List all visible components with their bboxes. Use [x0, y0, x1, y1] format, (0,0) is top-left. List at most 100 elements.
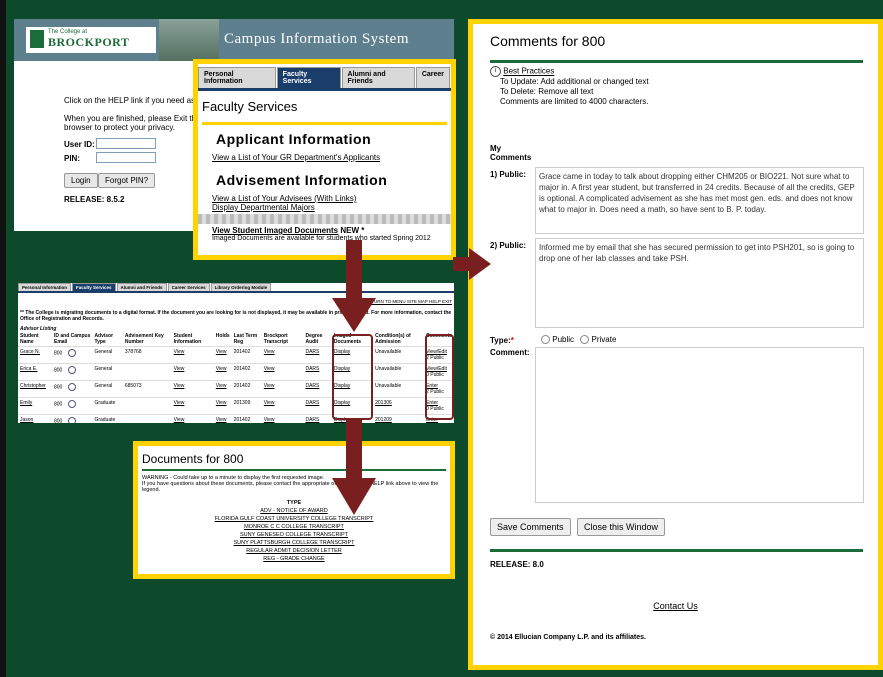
adv-tab-library[interactable]: Library Ordering Module	[210, 283, 272, 291]
documents-list: TYPE ADV - NOTICE OF AWARD FLORIDA GULF …	[138, 499, 450, 563]
student-info-link[interactable]: View	[171, 346, 214, 364]
degree-audit-link[interactable]: DARS	[303, 414, 332, 423]
private-option-label: Private	[591, 335, 617, 344]
holds-link[interactable]: View	[213, 346, 232, 364]
student-info-link[interactable]: View	[171, 363, 214, 381]
close-window-button[interactable]: Close this Window	[576, 518, 666, 536]
holds-link[interactable]: View	[213, 397, 232, 415]
last-term: 201402	[231, 414, 262, 423]
advisee-table: Student Name ID and Campus Email Advisor…	[18, 332, 454, 423]
email-icon[interactable]	[68, 417, 77, 423]
last-term: 201402	[231, 363, 262, 381]
transcript-link[interactable]: View	[261, 414, 304, 423]
forgot-pin-button[interactable]: Forgot PIN?	[98, 173, 156, 188]
student-name[interactable]: Erica E.	[18, 363, 52, 381]
best-practices-link[interactable]: Best Practices	[503, 67, 554, 76]
degree-audit-link[interactable]: DARS	[303, 346, 332, 364]
login-release: RELEASE: 8.5.2	[64, 195, 125, 204]
system-name: Campus Information System	[224, 31, 409, 47]
arrow-down-to-documents-icon	[332, 420, 376, 515]
document-item[interactable]: REG - GRADE CHANGE	[138, 555, 450, 563]
student-name[interactable]: Christopher	[18, 380, 52, 398]
faculty-rule	[202, 122, 447, 125]
arrow-right-to-comments-icon	[453, 248, 491, 280]
degree-audit-link[interactable]: DARS	[303, 363, 332, 381]
document-item[interactable]: REGULAR ADMIT DECISION LETTER	[138, 547, 450, 555]
conditions: Unavailable	[373, 346, 425, 364]
document-item[interactable]: FLORIDA GULF COAST UNIVERSITY COLLEGE TR…	[138, 515, 450, 523]
best-practices-icon: i	[490, 66, 501, 77]
userid-input[interactable]	[96, 138, 156, 149]
pin-input[interactable]	[96, 152, 156, 163]
advisement-key	[122, 397, 172, 415]
document-item[interactable]: SUNY PLATTSBURGH COLLEGE TRANSCRIPT	[138, 539, 450, 547]
email-icon[interactable]	[68, 366, 77, 374]
col-id: ID and Campus Email	[53, 333, 91, 345]
col-transcript: Brockport Transcript	[263, 333, 288, 345]
advisees-link[interactable]: View a List of Your Advisees (With Links…	[212, 194, 451, 203]
advisement-key	[122, 414, 172, 423]
tab-alumni-and-friends[interactable]: Alumni and Friends	[341, 67, 415, 88]
applicants-link[interactable]: View a List of Your GR Department's Appl…	[212, 153, 451, 162]
userid-label: User ID:	[64, 140, 95, 149]
conditions: Unavailable	[373, 363, 425, 381]
adv-tab-personal[interactable]: Personal Information	[18, 283, 72, 291]
tab-personal-information[interactable]: Personal Information	[198, 67, 276, 88]
transcript-link[interactable]: View	[261, 363, 304, 381]
student-id: 800	[51, 414, 93, 423]
left-edge	[0, 0, 6, 677]
comments-panel: Comments for 800 i Best Practices To Upd…	[473, 24, 878, 665]
faculty-services-frame: Personal Information Faculty Services Al…	[193, 59, 456, 260]
document-item[interactable]: ADV - NOTICE OF AWARD	[138, 507, 450, 515]
comment-2-textarea[interactable]: Informed me by email that she has secure…	[535, 238, 864, 328]
email-icon[interactable]	[68, 383, 77, 391]
tab-faculty-services[interactable]: Faculty Services	[276, 67, 341, 88]
login-header: The College at BROCKPORT Campus Informat…	[14, 19, 454, 61]
login-button[interactable]: Login	[64, 173, 98, 188]
email-icon[interactable]	[68, 400, 77, 408]
faculty-title: Faculty Services	[202, 99, 298, 114]
transcript-link[interactable]: View	[261, 380, 304, 398]
student-name[interactable]: Emily	[18, 397, 52, 415]
contact-us-link[interactable]: Contact Us	[473, 601, 878, 611]
private-radio[interactable]	[580, 335, 590, 345]
holds-link[interactable]: View	[213, 414, 232, 423]
student-info-link[interactable]: View	[171, 380, 214, 398]
student-info-link[interactable]: View	[171, 397, 214, 415]
advisee-listing-panel: Personal Information Faculty Services Al…	[18, 283, 454, 423]
student-info-link[interactable]: View	[171, 414, 214, 423]
conditions: Unavailable	[373, 380, 425, 398]
advisee-tabs: Personal Information Faculty Services Al…	[18, 283, 454, 293]
advisee-toplinks[interactable]: RETURN TO MENU SITE MAP HELP EXIT	[20, 299, 452, 304]
student-name[interactable]: Grace N.	[18, 346, 52, 364]
document-item[interactable]: MONROE C C COLLEGE TRANSCRIPT	[138, 523, 450, 531]
holds-link[interactable]: View	[213, 380, 232, 398]
majors-link[interactable]: Display Departmental Majors	[212, 203, 451, 212]
holds-link[interactable]: View	[213, 363, 232, 381]
table-row: Emily 800 Graduate View View 201309 View DARS Di…	[18, 397, 454, 415]
adv-tab-faculty[interactable]: Faculty Services	[72, 283, 116, 291]
transcript-link[interactable]: View	[261, 346, 304, 364]
transcript-link[interactable]: View	[261, 397, 304, 415]
document-item[interactable]: SUNY GENESEO COLLEGE TRANSCRIPT	[138, 531, 450, 539]
public-option-label: Public	[552, 335, 575, 344]
save-comments-button[interactable]: Save Comments	[490, 518, 571, 536]
tab-career[interactable]: Career	[415, 67, 450, 88]
email-icon[interactable]	[68, 349, 77, 357]
degree-audit-link[interactable]: DARS	[303, 397, 332, 415]
student-name[interactable]: Jason	[18, 414, 52, 423]
comments-frame: Comments for 800 i Best Practices To Upd…	[468, 19, 883, 670]
imaged-documents-link[interactable]: View Student Imaged Documents	[212, 226, 338, 235]
public-radio[interactable]	[541, 335, 550, 345]
degree-audit-link[interactable]: DARS	[303, 380, 332, 398]
documents-frame: Documents for 800 WARNING - Could take u…	[133, 441, 455, 579]
student-id: 800	[51, 380, 93, 398]
adv-tab-career[interactable]: Career Services	[167, 283, 210, 291]
comment-1-label: 1) Public:	[490, 170, 527, 179]
imaged-documents-highlight	[332, 334, 373, 420]
comment-1-textarea[interactable]: Grace came in today to talk about droppi…	[535, 167, 864, 234]
new-comment-textarea[interactable]	[535, 347, 864, 503]
brockport-logo: The College at BROCKPORT	[26, 27, 156, 53]
comments-highlight	[425, 334, 454, 420]
adv-tab-alumni[interactable]: Alumni and Friends	[116, 283, 167, 291]
